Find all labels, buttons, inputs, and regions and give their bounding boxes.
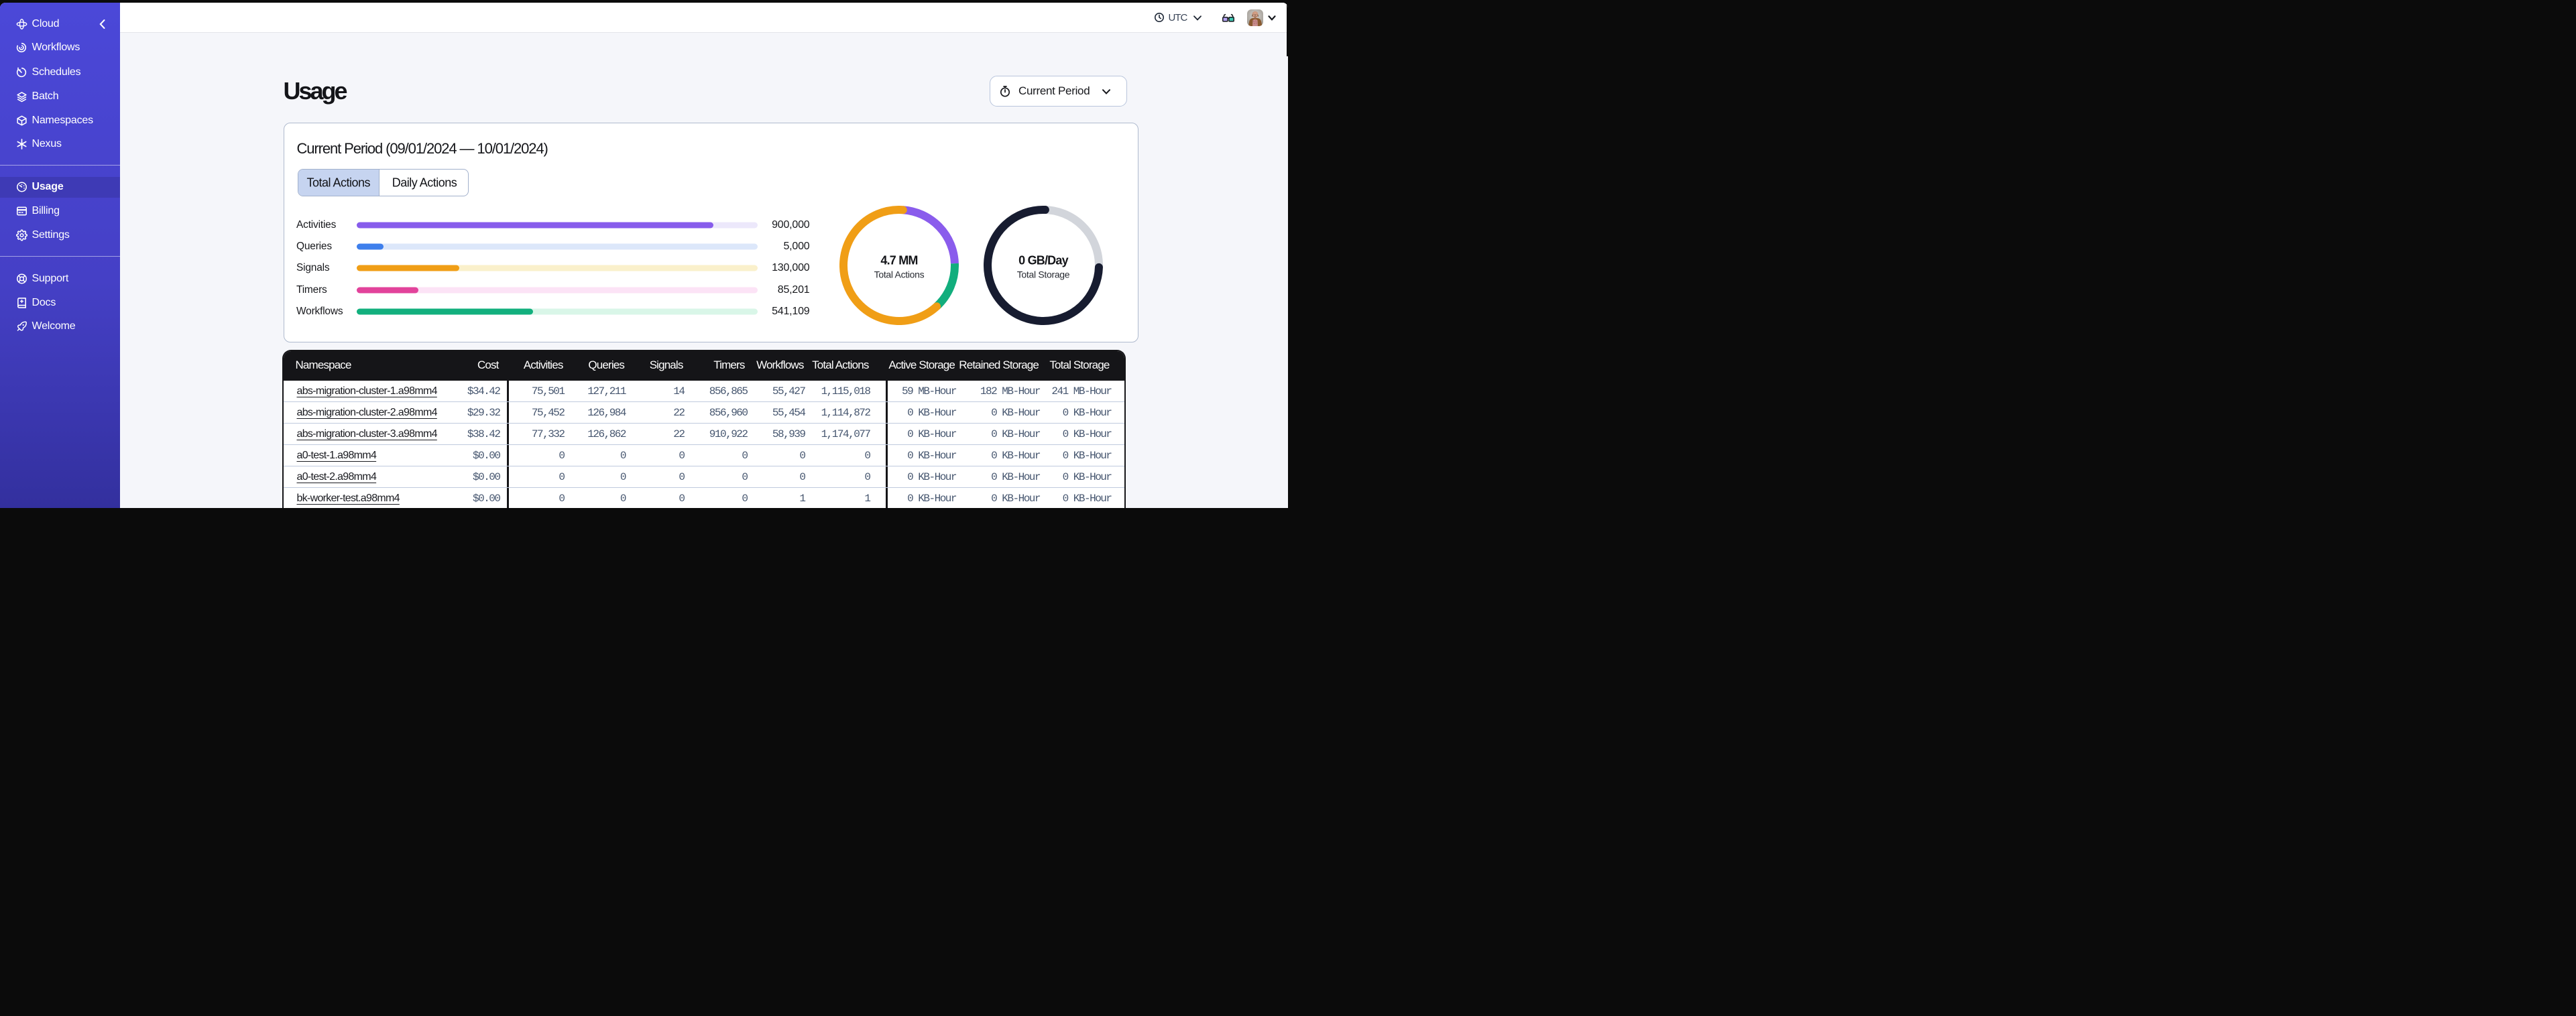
svg-text:Total Storage: Total Storage [1017,269,1070,279]
svg-text:4.7 MM: 4.7 MM [881,253,918,267]
svg-text:Total Actions: Total Actions [874,269,925,279]
svg-text:0 GB/Day: 0 GB/Day [1018,253,1068,267]
